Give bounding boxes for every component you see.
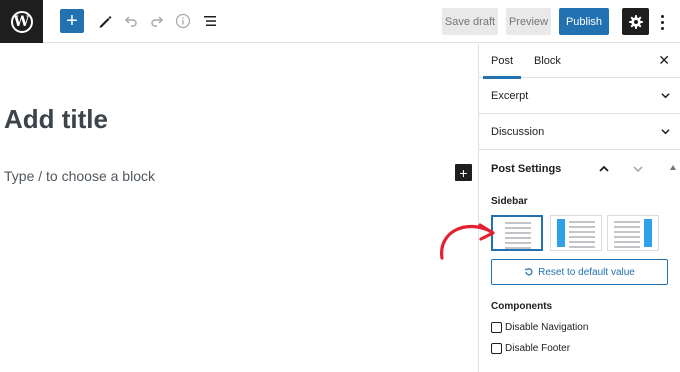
sidebar-layout-options	[491, 215, 668, 253]
publish-button[interactable]: Publish	[559, 8, 609, 35]
post-settings-title: Post Settings	[491, 163, 562, 175]
redo-icon[interactable]	[146, 10, 168, 32]
post-settings-header[interactable]: Post Settings	[491, 150, 676, 188]
post-settings-panel: Post Settings Sidebar Reset to default v…	[479, 150, 680, 354]
disable-navigation-label: Disable Navigation	[505, 322, 589, 333]
block-add-button[interactable]: +	[455, 164, 472, 181]
reset-default-button[interactable]: Reset to default value	[491, 259, 668, 285]
reset-icon	[525, 268, 533, 276]
disable-footer-label: Disable Footer	[505, 343, 571, 354]
components-label: Components	[491, 301, 553, 312]
annotation-arrow-icon	[440, 223, 495, 260]
layout-left-sidebar-option[interactable]	[550, 215, 602, 251]
layout-right-sidebar-option[interactable]	[607, 215, 659, 251]
tab-post[interactable]: Post	[483, 44, 521, 79]
chevron-down-icon[interactable]	[633, 164, 643, 174]
list-view-icon[interactable]	[199, 10, 221, 32]
sidebar-tabs: Post Block ✕	[479, 44, 680, 79]
disable-footer-row[interactable]: Disable Footer	[491, 343, 668, 354]
chevron-up-icon[interactable]	[599, 164, 609, 174]
editor-canvas: Add title Type / to choose a block +	[0, 44, 478, 372]
layout-no-sidebar-option[interactable]	[491, 215, 543, 251]
chevron-down-icon	[661, 129, 670, 135]
panel-discussion-label: Discussion	[491, 125, 545, 138]
pen-icon[interactable]	[94, 10, 116, 32]
collapse-triangle-icon[interactable]	[670, 165, 676, 170]
tab-block[interactable]: Block	[534, 44, 561, 78]
more-options-icon[interactable]	[654, 10, 670, 34]
panel-excerpt-label: Excerpt	[491, 89, 529, 102]
preview-button[interactable]: Preview	[506, 8, 551, 35]
disable-navigation-row[interactable]: Disable Navigation	[491, 322, 668, 333]
post-title-input[interactable]: Add title	[4, 104, 108, 135]
settings-sidebar: Post Block ✕ Excerpt Discussion Post Set…	[478, 44, 680, 372]
sidebar-layout-label: Sidebar	[491, 196, 528, 207]
panel-discussion[interactable]: Discussion	[479, 114, 680, 150]
undo-icon[interactable]	[120, 10, 142, 32]
disable-navigation-checkbox[interactable]	[491, 322, 502, 333]
wordpress-logo-icon[interactable]: W	[0, 0, 43, 43]
block-placeholder[interactable]: Type / to choose a block	[4, 168, 155, 184]
close-icon[interactable]: ✕	[658, 53, 670, 67]
info-icon[interactable]	[172, 10, 194, 32]
top-toolbar: W + Save draft Preview Publish	[0, 0, 680, 43]
disable-footer-checkbox[interactable]	[491, 343, 502, 354]
save-draft-button[interactable]: Save draft	[442, 8, 498, 35]
reset-default-label: Reset to default value	[538, 266, 635, 278]
chevron-down-icon	[661, 93, 670, 99]
add-block-button[interactable]: +	[60, 9, 84, 33]
panel-excerpt[interactable]: Excerpt	[479, 78, 680, 114]
settings-gear-icon[interactable]	[622, 8, 649, 35]
